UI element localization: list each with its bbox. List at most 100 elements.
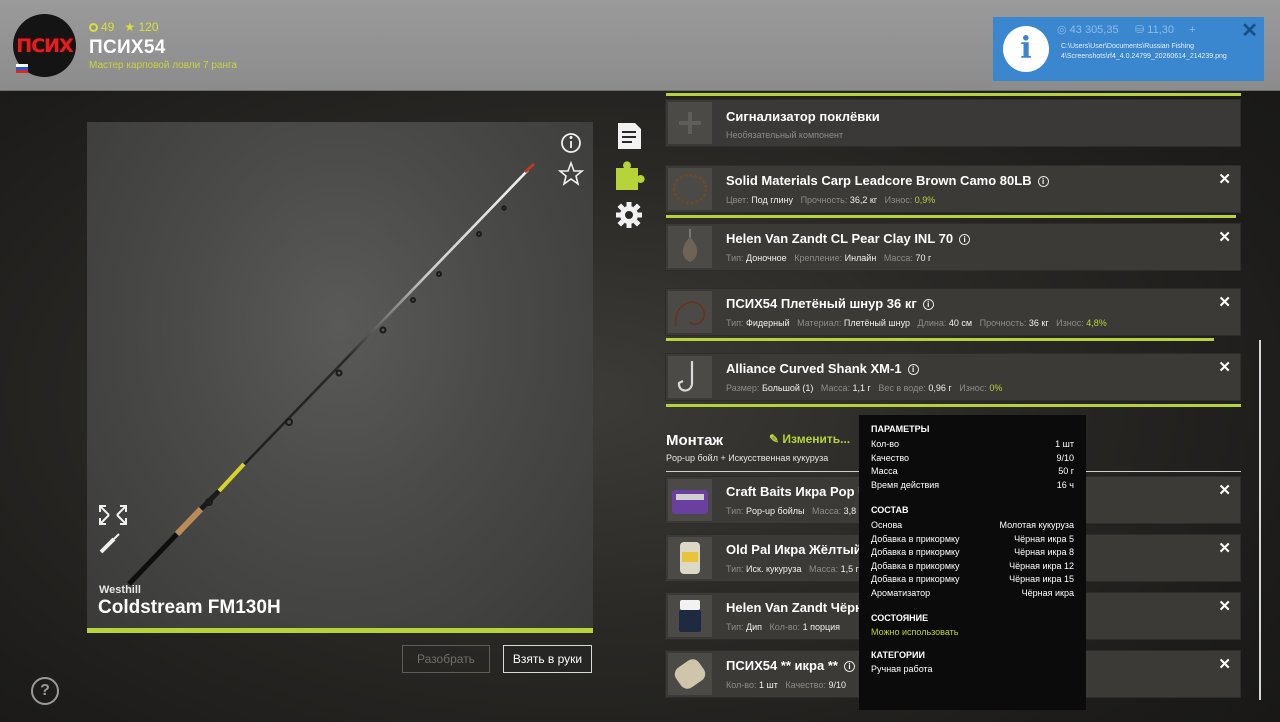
prop-value: 36,2 кг <box>849 195 878 205</box>
russia-flag-icon <box>16 64 28 73</box>
take-in-hands-button[interactable]: Взять в руки <box>503 645 592 673</box>
composition-heading: СОСТАВ <box>871 505 909 515</box>
remove-icon[interactable]: ✕ <box>1218 358 1231 376</box>
bait-title: Old Pal Икра Жёлтый <box>726 542 862 557</box>
prop-value: 9/10 <box>828 680 846 690</box>
prop-key: Размер: <box>726 383 760 393</box>
sinker-component[interactable]: Helen Van Zandt CL Pear Clay INL 70 i Тип… <box>665 223 1241 271</box>
info-icon[interactable]: i <box>959 234 971 245</box>
coin-icon <box>89 23 98 32</box>
description-tab-icon[interactable] <box>618 123 641 149</box>
remove-icon[interactable]: ✕ <box>1218 481 1231 499</box>
components-tab-icon[interactable] <box>616 161 645 190</box>
tooltip-row: Добавка в прикормку Чёрная икра 5 <box>871 533 1074 547</box>
optional-label: Необязательный компонент <box>726 130 844 140</box>
rod-image <box>99 133 585 586</box>
groundbait-thumb <box>668 653 712 695</box>
category-value: Ручная работа <box>871 664 933 674</box>
prop-key: Кол-во: <box>726 680 757 690</box>
tooltip-value: Молотая кукуруза <box>999 520 1074 530</box>
info-icon[interactable]: i <box>1037 176 1049 187</box>
prop-key: Прочность: <box>979 318 1027 328</box>
prop-key: Тип: <box>726 622 744 632</box>
remove-icon[interactable]: ✕ <box>1218 228 1231 246</box>
remove-icon[interactable]: ✕ <box>1218 293 1231 311</box>
disassemble-button[interactable]: Разобрать <box>402 645 490 673</box>
info-icon[interactable]: i <box>907 364 919 375</box>
scrollbar[interactable] <box>1259 340 1261 700</box>
tooltip-key: Добавка в прикормку <box>871 560 960 571</box>
settings-tab-icon[interactable] <box>616 202 642 228</box>
prop-value: Доночное <box>746 253 787 263</box>
fullscreen-icon[interactable] <box>99 505 127 525</box>
prop-key: Тип: <box>726 318 744 328</box>
edit-montage-link[interactable]: ✎ Изменить... <box>769 432 850 446</box>
tooltip-row: Основа Молотая кукуруза <box>871 519 1074 533</box>
tooltip-key: Добавка в прикормку <box>871 547 960 557</box>
prop-key: Тип: <box>726 506 744 516</box>
side-tabs <box>613 120 645 235</box>
dip-thumb <box>668 595 712 637</box>
player-rank: Мастер карповой ловли 7 ранга <box>89 60 237 71</box>
tooltip-row: Добавка в прикормку Чёрная икра 15 <box>871 573 1074 587</box>
stars-value: 120 <box>138 20 159 34</box>
corn-bait-thumb <box>668 537 712 579</box>
tooltip-key: Основа <box>871 520 903 530</box>
component-name: Solid Materials Carp Leadcore Brown Camo… <box>726 173 1032 188</box>
prop-value: 0,96 г <box>928 383 952 393</box>
prop-value: 1,1 г <box>852 383 871 393</box>
prop-value: Pop-up бойлы <box>746 506 805 516</box>
notification-gold-ghost: ⛁ 11,30 + <box>1135 24 1196 36</box>
info-icon[interactable]: i <box>922 299 934 310</box>
component-title: Сигнализатор поклёвки <box>726 109 880 124</box>
prop-value: 1,5 г <box>840 564 859 574</box>
remove-icon[interactable]: ✕ <box>1218 539 1231 557</box>
line-component[interactable]: Solid Materials Carp Leadcore Brown Camo… <box>665 165 1241 213</box>
screenshot-notification[interactable]: i ◎ 43 305,35 ⛁ 11,30 + C:\Users\User\Do… <box>993 17 1264 81</box>
prop-value: 1 порция <box>802 622 841 632</box>
tooltip-row: Кол-во 1 шт <box>871 438 1074 452</box>
montage-title: Монтаж <box>666 432 724 449</box>
prop-key: Масса: <box>808 564 839 574</box>
bait-props: Кол-во: 1 шт Качество: 9/10 <box>726 680 851 690</box>
info-circle-icon[interactable] <box>561 133 581 153</box>
tooltip-value: Чёрная икра 12 <box>1009 560 1074 571</box>
tooltip-row: Добавка в прикормку Чёрная икра 8 <box>871 546 1074 560</box>
prop-key: Прочность: <box>800 195 848 205</box>
bait-title: ПСИХ54 ** икра ** i <box>726 658 855 673</box>
prop-value: Большой (1) <box>761 383 814 393</box>
tooltip-key: Кол-во <box>871 439 899 449</box>
component-props: Тип: Доночное Крепление: Инлайн Масса: 7… <box>726 253 936 263</box>
tooltip-value: 9/10 <box>1056 452 1074 463</box>
prop-key: Износ: <box>1056 318 1084 328</box>
remove-icon[interactable]: ✕ <box>1218 597 1231 615</box>
tooltip-value: 50 г <box>1058 466 1074 476</box>
avatar-text: ПСИХ <box>16 34 73 57</box>
prop-value: 70 г <box>915 253 932 263</box>
tooltip-key: Ароматизатор <box>871 587 931 598</box>
add-icon[interactable] <box>668 102 712 144</box>
prop-key: Качество: <box>785 680 826 690</box>
bite-alarm-slot[interactable]: Сигнализатор поклёвки Необязательный ком… <box>665 99 1241 147</box>
paint-icon[interactable] <box>99 533 120 554</box>
component-props: Тип: Фидерный Материал: Плетёный шнур Дл… <box>726 318 1112 328</box>
prop-value: Дип <box>746 622 763 632</box>
tooltip-value: Чёрная икра <box>1021 587 1074 598</box>
top-bar: ПСИХ 49 ★ 120 ПСИХ54 Мастер карповой лов… <box>0 0 1280 91</box>
favorite-star-icon[interactable] <box>557 160 585 186</box>
leader-component[interactable]: ПСИХ54 Плетёный шнур 36 кг i Тип: Фидерны… <box>665 288 1241 336</box>
remove-icon[interactable]: ✕ <box>1218 170 1231 188</box>
tooltip-row: Время действия 16 ч <box>871 479 1074 493</box>
popup-bait-thumb <box>668 479 712 521</box>
bait-props: Тип: Иск. кукуруза Масса: 1,5 г <box>726 564 864 574</box>
tooltip-row: Добавка в прикормку Чёрная икра 12 <box>871 560 1074 574</box>
hook-component[interactable]: Alliance Curved Shank XM-1 i Размер: Боль… <box>665 353 1241 401</box>
params-heading: ПАРАМЕТРЫ <box>871 424 930 434</box>
remove-icon[interactable]: ✕ <box>1218 655 1231 673</box>
help-icon[interactable]: ? <box>31 677 59 705</box>
notification-close-icon[interactable]: ✕ <box>1241 18 1258 43</box>
tooltip-key: Время действия <box>871 479 940 490</box>
info-icon[interactable]: i <box>843 661 855 672</box>
tooltip-row: Качество 9/10 <box>871 452 1074 466</box>
tooltip-key: Масса <box>871 466 898 476</box>
